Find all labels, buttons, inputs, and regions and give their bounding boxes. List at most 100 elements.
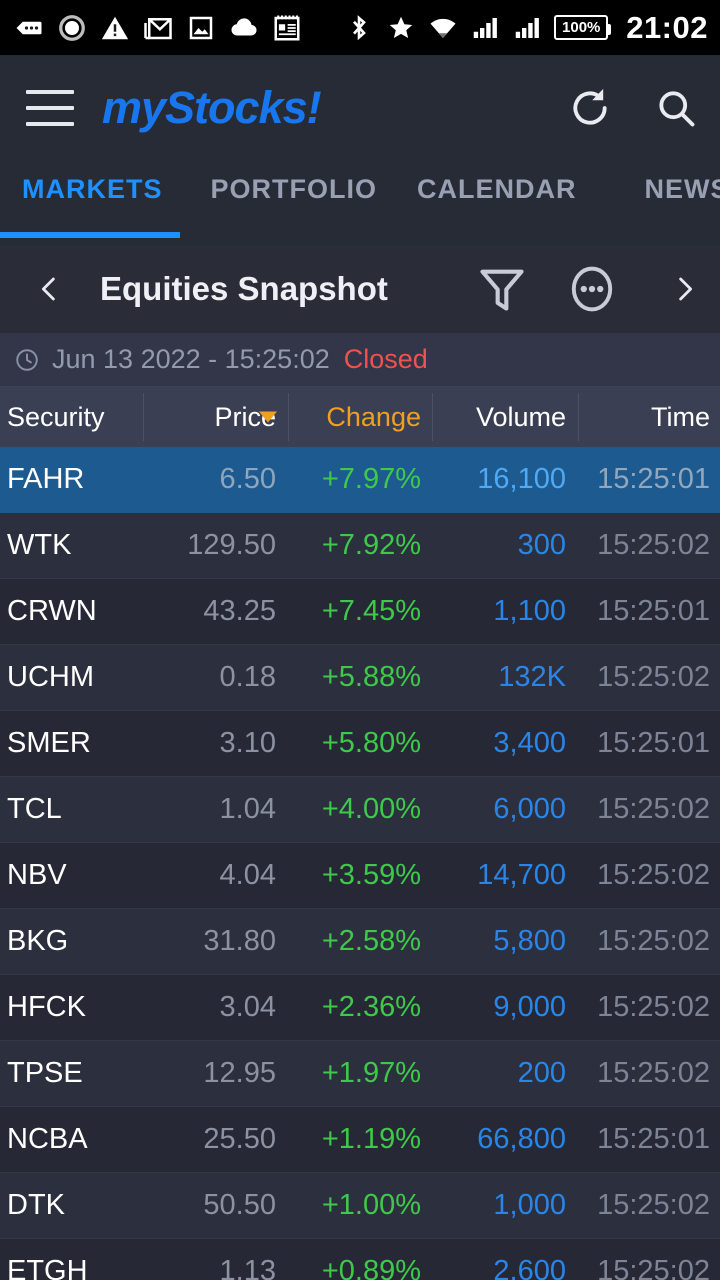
search-icon[interactable]: [654, 86, 698, 130]
column-header-time[interactable]: Time: [578, 387, 720, 447]
cell-volume: 1,100: [493, 595, 566, 627]
cell-time: 15:25:01: [597, 727, 710, 759]
table-row[interactable]: BKG 31.80 +2.58% 5,800 15:25:02: [0, 909, 720, 975]
cell-price: 43.25: [203, 595, 276, 627]
clock-icon: [16, 348, 38, 371]
column-header-volume[interactable]: Volume: [432, 387, 578, 447]
cell-security: SMER: [7, 727, 91, 759]
cell-volume: 3,400: [493, 727, 566, 759]
table-row[interactable]: HFCK 3.04 +2.36% 9,000 15:25:02: [0, 975, 720, 1041]
wifi-icon: [430, 18, 456, 38]
cell-time: 15:25:01: [597, 1123, 710, 1155]
refresh-icon[interactable]: [568, 86, 612, 130]
cell-price: 129.50: [187, 529, 276, 561]
circle-record-icon: [59, 14, 85, 41]
star-icon: [389, 16, 413, 38]
cell-security: BKG: [7, 925, 69, 957]
cell-time: 15:25:02: [597, 1255, 710, 1280]
hamburger-menu-icon[interactable]: [26, 89, 74, 126]
equities-table-body: FAHR 6.50 +7.97% 16,100 15:25:01 WTK 129.50 +7.…: [0, 447, 720, 1280]
column-header-change[interactable]: Change: [259, 387, 432, 447]
table-header-row: Security Price Change Volume Time: [0, 387, 720, 447]
cell-security: TCL: [7, 793, 62, 825]
status-notification-icons: [14, 13, 344, 43]
market-status-strip: Jun 13 2022 - 15:25:02 Closed: [0, 333, 720, 387]
cell-change: +5.80%: [321, 727, 421, 759]
more-options-icon[interactable]: [566, 263, 618, 315]
cell-price: 4.04: [219, 859, 276, 891]
cell-time: 15:25:01: [597, 463, 710, 495]
cell-change: +7.45%: [321, 595, 421, 627]
main-tab-bar: MARKETS PORTFOLIO CALENDAR NEWS: [0, 160, 720, 245]
tab-portfolio[interactable]: PORTFOLIO: [211, 160, 378, 205]
battery-indicator: 100%: [554, 15, 612, 40]
speech-bubble-icon: [16, 21, 42, 34]
table-row[interactable]: CRWN 43.25 +7.45% 1,100 15:25:01: [0, 579, 720, 645]
app-logo: myStocks!: [102, 81, 322, 133]
chevron-left-icon[interactable]: [34, 267, 64, 311]
warning-triangle-icon: [101, 16, 129, 39]
photo-icon: [189, 16, 213, 39]
cell-time: 15:25:02: [597, 529, 710, 561]
cell-time: 15:25:02: [597, 991, 710, 1023]
tab-calendar[interactable]: CALENDAR: [417, 160, 577, 205]
cloud-icon: [231, 17, 257, 36]
cell-volume: 300: [517, 529, 566, 561]
cell-change: +2.36%: [321, 991, 421, 1023]
market-status-badge: Closed: [343, 344, 428, 374]
notepad-icon: [274, 15, 300, 40]
cell-time: 15:25:02: [597, 1057, 710, 1089]
table-row[interactable]: NCBA 25.50 +1.19% 66,800 15:25:01: [0, 1107, 720, 1173]
cell-time: 15:25:02: [597, 925, 710, 957]
signal-2-icon: [515, 17, 540, 38]
page-title: Equities Snapshot: [100, 270, 388, 307]
cell-price: 1.13: [219, 1255, 276, 1280]
cell-security: TPSE: [7, 1057, 83, 1089]
app-bar: myStocks!: [0, 55, 720, 160]
table-row[interactable]: TPSE 12.95 +1.97% 200 15:25:02: [0, 1041, 720, 1107]
cell-price: 3.10: [219, 727, 276, 759]
cell-time: 15:25:02: [597, 1189, 710, 1221]
column-header-change-label: Change: [326, 401, 421, 432]
cell-change: +0.89%: [321, 1255, 421, 1280]
table-row[interactable]: TCL 1.04 +4.00% 6,000 15:25:02: [0, 777, 720, 843]
cell-price: 12.95: [203, 1057, 276, 1089]
tab-news[interactable]: NEWS: [645, 160, 720, 205]
android-status-bar: 100% 21:02: [0, 0, 720, 55]
cell-volume: 6,000: [493, 793, 566, 825]
cell-volume: 200: [517, 1057, 566, 1089]
table-row[interactable]: DTK 50.50 +1.00% 1,000 15:25:02: [0, 1173, 720, 1239]
status-clock: 21:02: [626, 9, 708, 45]
status-system-icons: 100% 21:02: [344, 10, 708, 46]
table-row[interactable]: NBV 4.04 +3.59% 14,700 15:25:02: [0, 843, 720, 909]
table-row[interactable]: FAHR 6.50 +7.97% 16,100 15:25:01: [0, 447, 720, 513]
cell-change: +7.92%: [321, 529, 421, 561]
table-row[interactable]: ETGH 1.13 +0.89% 2,600 15:25:02: [0, 1239, 720, 1280]
cell-change: +2.58%: [321, 925, 421, 957]
cell-security: WTK: [7, 529, 72, 561]
cell-security: ETGH: [7, 1255, 88, 1280]
cell-price: 1.04: [219, 793, 276, 825]
cell-price: 31.80: [203, 925, 276, 957]
cell-volume: 2,600: [493, 1255, 566, 1280]
funnel-filter-icon[interactable]: [476, 263, 528, 315]
table-row[interactable]: WTK 129.50 +7.92% 300 15:25:02: [0, 513, 720, 579]
chevron-right-icon[interactable]: [670, 267, 700, 311]
table-row[interactable]: SMER 3.10 +5.80% 3,400 15:25:01: [0, 711, 720, 777]
cell-change: +4.00%: [321, 793, 421, 825]
cell-security: HFCK: [7, 991, 86, 1023]
cell-security: NBV: [7, 859, 67, 891]
cell-change: +7.97%: [321, 463, 421, 495]
gmail-icon: [144, 17, 172, 39]
cell-price: 0.18: [219, 661, 276, 693]
sort-descending-icon: [259, 411, 277, 423]
cell-volume: 1,000: [493, 1189, 566, 1221]
cell-price: 6.50: [219, 463, 276, 495]
tab-markets[interactable]: MARKETS: [22, 160, 163, 205]
cell-volume: 14,700: [477, 859, 566, 891]
table-row[interactable]: UCHM 0.18 +5.88% 132K 15:25:02: [0, 645, 720, 711]
cell-volume: 16,100: [477, 463, 566, 495]
cell-security: UCHM: [7, 661, 94, 693]
column-header-security[interactable]: Security: [0, 387, 143, 447]
cell-price: 3.04: [219, 991, 276, 1023]
